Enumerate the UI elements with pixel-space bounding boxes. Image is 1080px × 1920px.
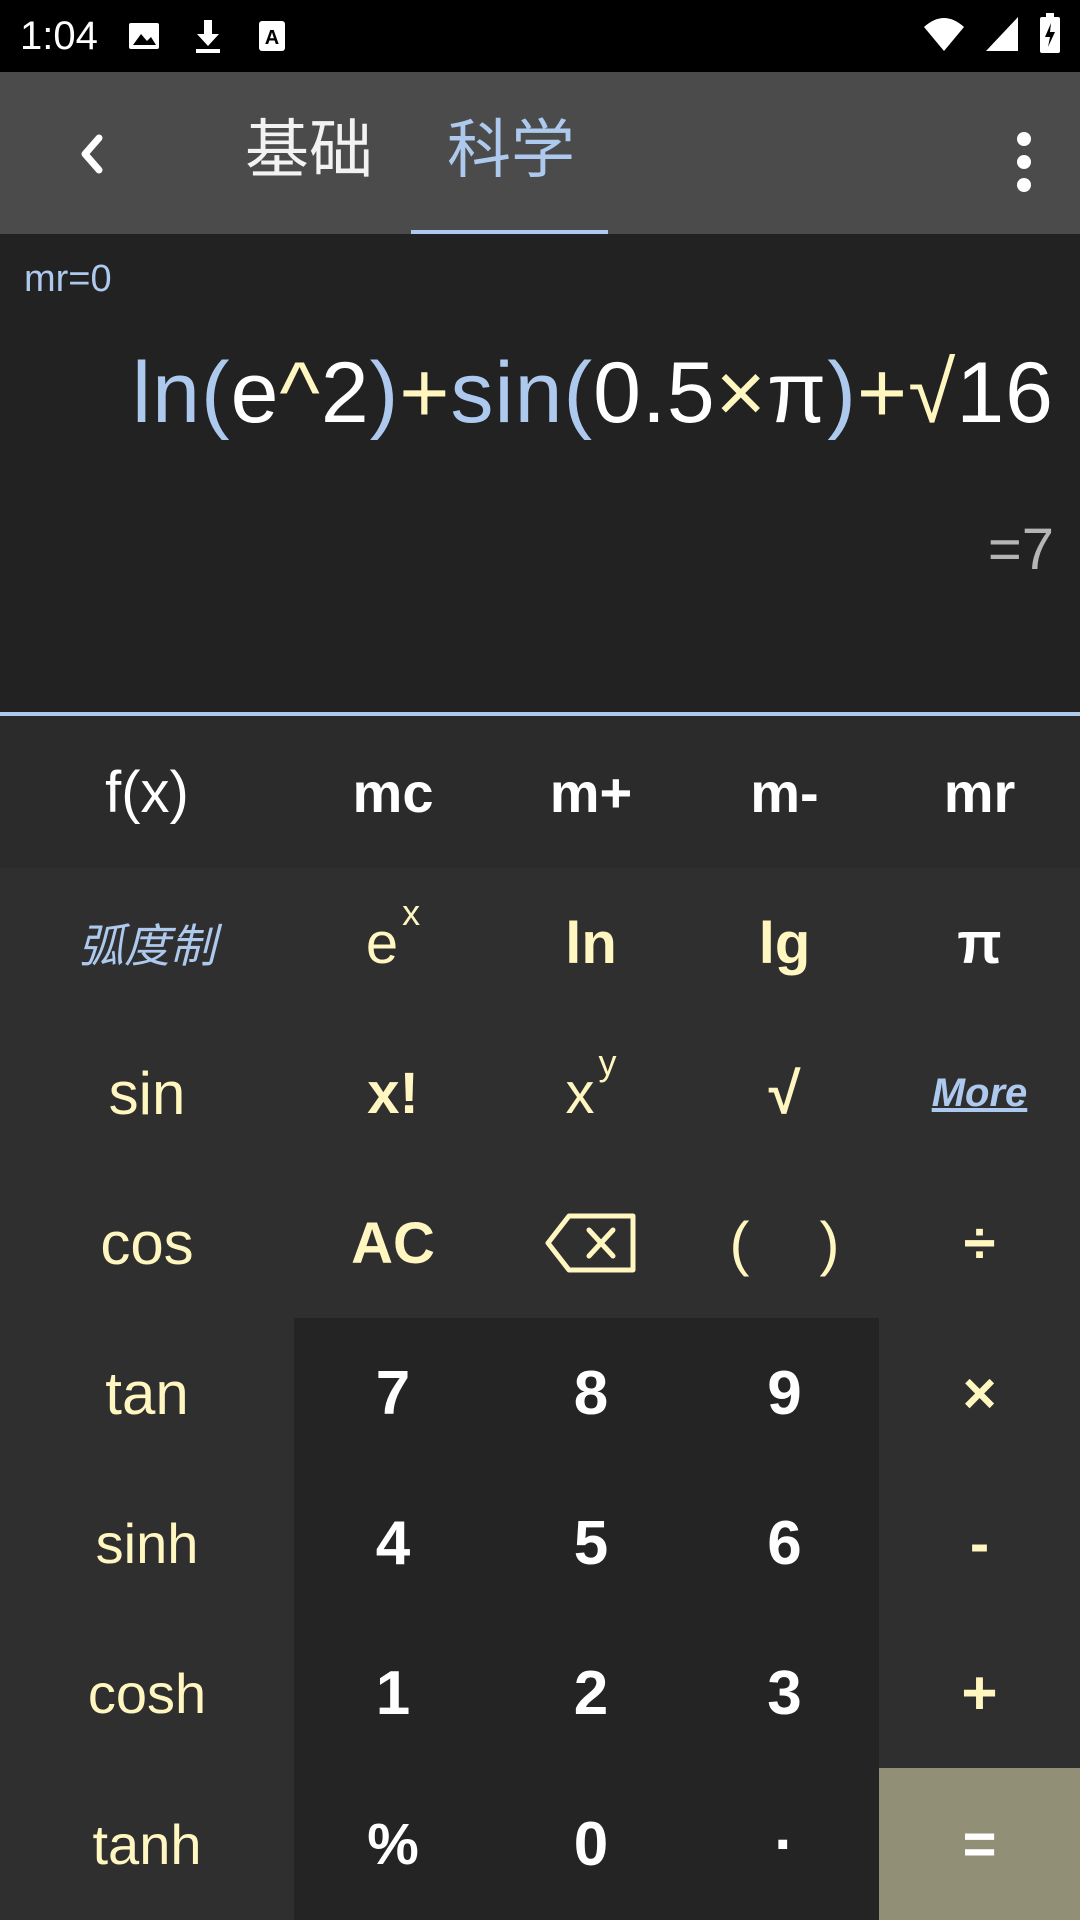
more-vert-icon[interactable] bbox=[1004, 122, 1044, 202]
decimal-button[interactable]: · bbox=[690, 1768, 879, 1920]
back-button[interactable] bbox=[62, 114, 122, 194]
expr-num: 0.5 bbox=[593, 345, 716, 441]
cosh-button[interactable]: cosh bbox=[0, 1618, 294, 1768]
backspace-button[interactable] bbox=[492, 1168, 690, 1318]
cos-button[interactable]: cos bbox=[0, 1168, 294, 1318]
chevron-left-icon bbox=[81, 134, 103, 174]
digit-8[interactable]: 8 bbox=[492, 1318, 690, 1468]
svg-text:A: A bbox=[265, 27, 279, 49]
status-bar: 1:04 A bbox=[0, 0, 1080, 72]
app-bar: 基础 科学 bbox=[0, 72, 1080, 234]
memory-value: mr=0 bbox=[24, 258, 112, 300]
expr-paren: ( bbox=[200, 345, 231, 441]
percent-button[interactable]: % bbox=[294, 1768, 492, 1920]
expr-sin: sin bbox=[450, 345, 564, 441]
expr-pow: ^ bbox=[279, 345, 321, 441]
mr-button[interactable]: mr bbox=[879, 716, 1080, 868]
battery-icon bbox=[1038, 12, 1062, 60]
minus-button[interactable]: - bbox=[879, 1468, 1080, 1618]
expr-ln: ln bbox=[132, 345, 201, 441]
clear-button[interactable]: AC bbox=[294, 1168, 492, 1318]
tab-scientific[interactable]: 科学 bbox=[447, 110, 575, 190]
lg-button[interactable]: lg bbox=[690, 868, 879, 1018]
font-icon: A bbox=[254, 18, 290, 54]
expr-plus: + bbox=[856, 345, 909, 441]
divide-button[interactable]: ÷ bbox=[879, 1168, 1080, 1318]
m-plus-button[interactable]: m+ bbox=[492, 716, 690, 868]
equals-button[interactable]: = bbox=[879, 1768, 1080, 1920]
expr-paren: ) bbox=[827, 345, 857, 441]
result: =7 bbox=[987, 517, 1054, 582]
expr-num: 2 bbox=[320, 345, 370, 441]
digit-5[interactable]: 5 bbox=[492, 1468, 690, 1618]
expr-plus: + bbox=[399, 345, 451, 441]
mc-button[interactable]: mc bbox=[294, 716, 492, 868]
exp-sup: x bbox=[402, 892, 421, 933]
digit-2[interactable]: 2 bbox=[492, 1618, 690, 1768]
power-sup: y bbox=[598, 1042, 617, 1083]
tab-basic[interactable]: 基础 bbox=[245, 110, 373, 190]
digit-7[interactable]: 7 bbox=[294, 1318, 492, 1468]
more-button[interactable]: More bbox=[879, 1018, 1080, 1168]
fx-button[interactable]: f(x) bbox=[0, 716, 294, 868]
sin-button[interactable]: sin bbox=[0, 1018, 294, 1168]
exp-base: e bbox=[365, 910, 399, 976]
backspace-icon bbox=[545, 1213, 636, 1273]
radian-toggle[interactable]: 弧度制 bbox=[0, 868, 294, 1018]
expr-sqrt: √ bbox=[908, 345, 957, 441]
sinh-button[interactable]: sinh bbox=[0, 1468, 294, 1618]
power-button[interactable]: xy bbox=[492, 1018, 690, 1168]
expr-paren: ) bbox=[369, 345, 400, 441]
sqrt-button[interactable]: √ bbox=[690, 1018, 879, 1168]
paren-close: ) bbox=[819, 1209, 840, 1277]
tan-button[interactable]: tan bbox=[0, 1318, 294, 1468]
digit-0[interactable]: 0 bbox=[492, 1768, 690, 1920]
digit-1[interactable]: 1 bbox=[294, 1618, 492, 1768]
wifi-icon bbox=[922, 15, 966, 58]
expr-paren: ( bbox=[563, 345, 594, 441]
paren-open: ( bbox=[729, 1209, 750, 1277]
expr-times: × bbox=[715, 345, 767, 441]
digit-3[interactable]: 3 bbox=[690, 1618, 879, 1768]
digit-9[interactable]: 9 bbox=[690, 1318, 879, 1468]
m-minus-button[interactable]: m- bbox=[690, 716, 879, 868]
tanh-button[interactable]: tanh bbox=[0, 1768, 294, 1920]
signal-icon bbox=[984, 15, 1020, 58]
plus-button[interactable]: + bbox=[879, 1618, 1080, 1768]
power-base: x bbox=[565, 1060, 595, 1126]
expr-pi: π bbox=[766, 345, 828, 441]
exp-button[interactable]: ex bbox=[294, 868, 492, 1018]
status-time: 1:04 bbox=[20, 13, 98, 58]
pi-button[interactable]: π bbox=[879, 868, 1080, 1018]
expression[interactable]: ln(e^2)+sin(0.5×π)+√16 bbox=[132, 344, 1054, 443]
expr-num: 16 bbox=[956, 345, 1054, 441]
ln-button[interactable]: ln bbox=[492, 868, 690, 1018]
multiply-button[interactable]: × bbox=[879, 1318, 1080, 1468]
display-panel: mr=0 ln(e^2)+sin(0.5×π)+√16 =7 bbox=[0, 234, 1080, 712]
parentheses-button[interactable]: () bbox=[690, 1168, 879, 1318]
download-icon bbox=[190, 16, 226, 56]
image-icon bbox=[126, 18, 162, 54]
factorial-button[interactable]: x! bbox=[294, 1018, 492, 1168]
digit-4[interactable]: 4 bbox=[294, 1468, 492, 1618]
digit-6[interactable]: 6 bbox=[690, 1468, 879, 1618]
expr-e: e bbox=[230, 345, 280, 441]
